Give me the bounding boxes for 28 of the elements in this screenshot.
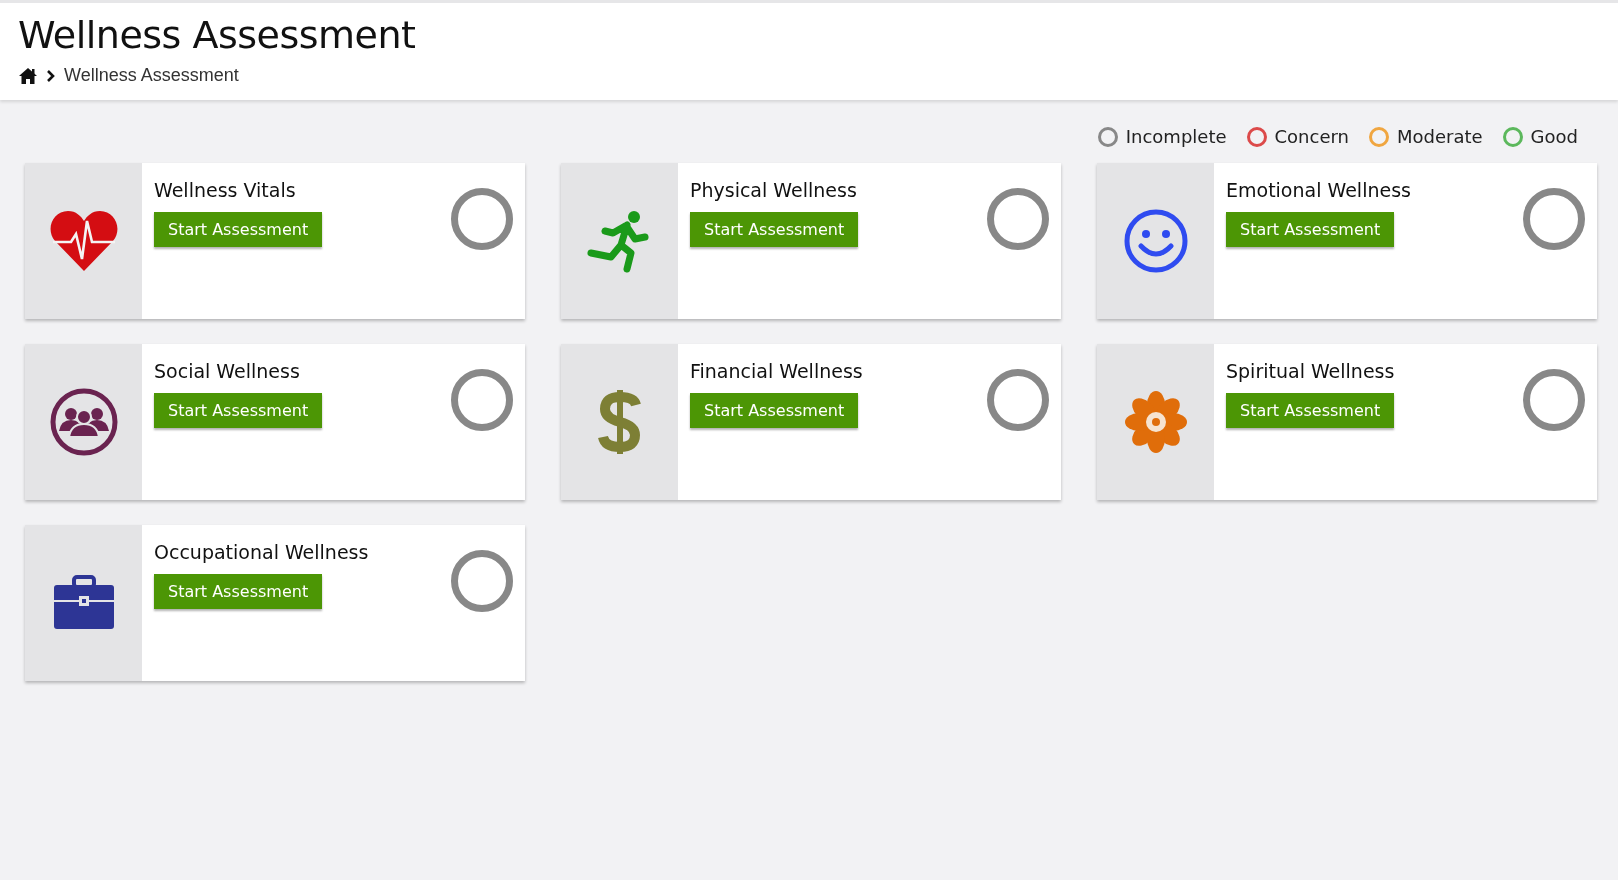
card-title: Spiritual Wellness (1226, 360, 1395, 382)
briefcase-icon (51, 575, 116, 631)
chevron-icon (46, 68, 56, 83)
card-title: Physical Wellness (690, 179, 858, 201)
legend-label: Incomplete (1125, 126, 1227, 147)
start-assessment-button[interactable]: Start Assessment (1226, 212, 1395, 247)
card-title: Wellness Vitals (154, 179, 297, 201)
breadcrumb-item: Wellness Assessment (64, 65, 239, 86)
legend-label: Concern (1274, 126, 1349, 147)
group-icon (48, 387, 119, 457)
legend-label: Good (1530, 126, 1578, 147)
start-assessment-button[interactable]: Start Assessment (690, 393, 859, 428)
home-icon[interactable] (18, 66, 38, 85)
card-title: Social Wellness (154, 360, 301, 382)
heart-icon (48, 209, 119, 273)
start-assessment-button[interactable]: Start Assessment (1226, 393, 1395, 428)
card-title: Emotional Wellness (1226, 179, 1411, 201)
start-assessment-button[interactable]: Start Assessment (690, 212, 859, 247)
dollar-sign-icon (597, 387, 642, 457)
card-title: Occupational Wellness (154, 541, 369, 563)
start-assessment-button[interactable]: Start Assessment (154, 393, 323, 428)
page-title: Wellness Assessment (18, 12, 417, 59)
smiley-face-icon (1122, 208, 1189, 274)
card-title: Financial Wellness (690, 360, 863, 382)
start-assessment-button[interactable]: Start Assessment (154, 574, 323, 609)
start-assessment-button[interactable]: Start Assessment (154, 212, 323, 247)
flower-icon (1122, 389, 1189, 455)
legend-label: Moderate (1397, 126, 1483, 147)
